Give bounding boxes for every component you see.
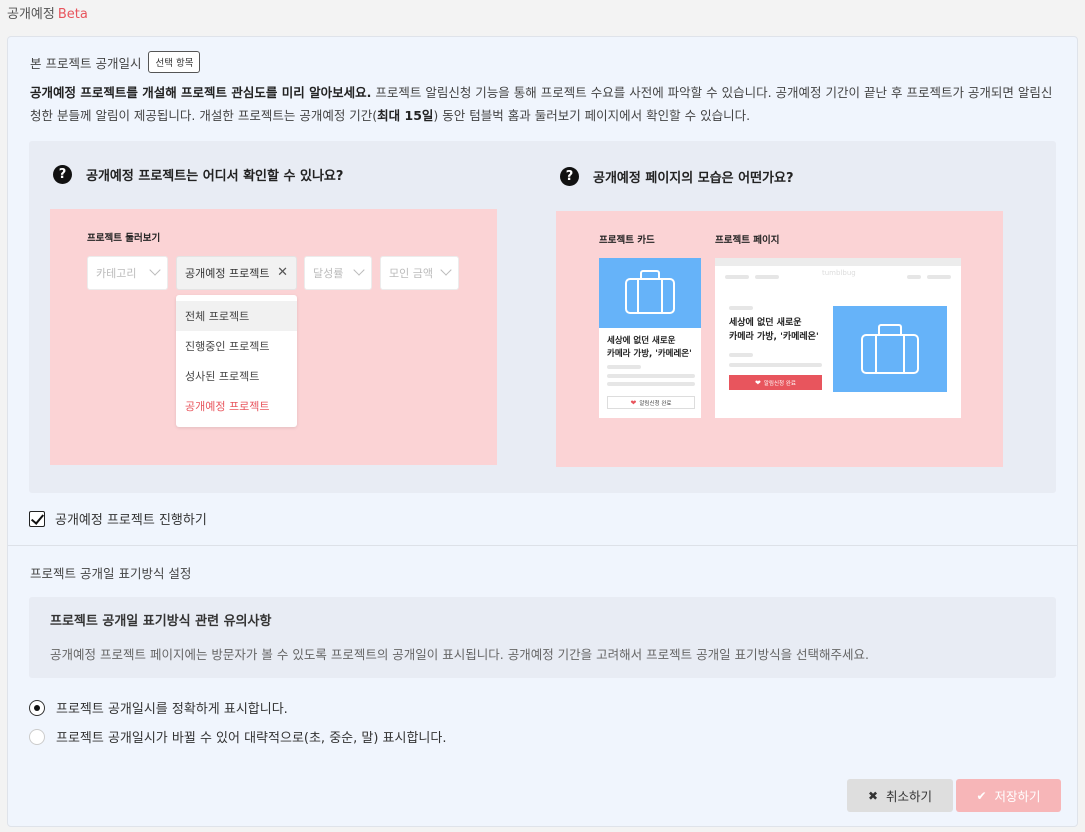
radio-exact-row[interactable]: 프로젝트 공개일시를 정확하게 표시합니다. [29, 698, 288, 717]
card-title: 세상에 없던 새로운 카메라 가방, '카메레온' [607, 335, 692, 361]
chevron-down-icon [440, 264, 452, 276]
project-page: tumblbug 세상에 없던 새로운 카메라 가방, '카메레온' ❤ 알림신청… [715, 258, 961, 418]
cancel-button[interactable]: ✖ 취소하기 [847, 779, 953, 812]
card-notify-button: ❤ 알림신청 완료 [607, 396, 695, 409]
browse-illustration: 프로젝트 둘러보기 카테고리 공개예정 프로젝트 ✕ 달성률 모인 금액 전체 프… [50, 209, 497, 465]
project-card: 세상에 없던 새로운 카메라 가방, '카메레온' ❤ 알림신청 완료 [599, 258, 701, 418]
question-icon: ? [53, 165, 72, 184]
filter-upcoming: 공개예정 프로젝트 ✕ [176, 256, 297, 290]
question-2-text: 공개예정 페이지의 모습은 어떤가요? [593, 171, 794, 186]
radio-approx-label: 프로젝트 공개일시가 바뀔 수 있어 대략적으로(초, 중순, 말) 표시합니다… [56, 731, 447, 746]
bag-icon [861, 324, 919, 374]
browse-label: 프로젝트 둘러보기 [87, 233, 161, 244]
filter-label: 공개예정 프로젝트 [185, 267, 270, 280]
divider [8, 545, 1077, 546]
card-title-line: 세상에 없던 새로운 [607, 336, 676, 346]
card-thumbnail [599, 258, 701, 328]
filter-dropdown: 전체 프로젝트 진행중인 프로젝트 성사된 프로젝트 공개예정 프로젝트 [176, 295, 297, 427]
upcoming-checkbox-row[interactable]: 공개예정 프로젝트 진행하기 [29, 509, 207, 528]
question-1-text: 공개예정 프로젝트는 어디서 확인할 수 있나요? [86, 169, 344, 184]
save-label: 저장하기 [994, 789, 1041, 804]
page-title-line: 세상에 없던 새로운 [729, 318, 802, 328]
section-2-title: 프로젝트 공개일 표기방식 설정 [30, 566, 192, 581]
filter-label: 카테고리 [96, 267, 137, 280]
site-logo: tumblbug [822, 269, 856, 277]
radio-exact-label: 프로젝트 공개일시를 정확하게 표시합니다. [56, 702, 288, 717]
question-2: ? 공개예정 페이지의 모습은 어떤가요? [560, 167, 794, 186]
dropdown-option: 진행중인 프로젝트 [185, 340, 270, 353]
filter-rate: 달성률 [304, 256, 372, 290]
close-icon: ✖ [867, 788, 879, 803]
page-thumbnail [833, 306, 947, 392]
info-box: ? 공개예정 프로젝트는 어디서 확인할 수 있나요? ? 공개예정 페이지의 … [29, 141, 1056, 493]
notice-title: 프로젝트 공개일 표기방식 관련 유의사항 [50, 614, 272, 629]
notice-body: 공개예정 프로젝트 페이지에는 방문자가 볼 수 있도록 프로젝트의 공개일이 … [50, 647, 870, 662]
beta-badge: Beta [57, 7, 88, 22]
desc-text-2: ) 동안 텀블벅 홈과 둘러보기 페이지에서 확인할 수 있습니다. [433, 108, 751, 123]
page-notify-button: ❤ 알림신청 완료 [729, 375, 822, 390]
card-label: 프로젝트 카드 [599, 235, 655, 246]
page-title-line: 카메라 가방, '카메레온' [729, 332, 819, 342]
desc-bold: 공개예정 프로젝트를 개설해 프로젝트 관심도를 미리 알아보세요. [30, 85, 372, 100]
check-icon: ✔ [976, 788, 987, 803]
chevron-down-icon [353, 264, 365, 276]
question-1: ? 공개예정 프로젝트는 어디서 확인할 수 있나요? [53, 165, 343, 184]
desc-bold-2: 최대 15일 [377, 108, 434, 123]
settings-card: 본 프로젝트 공개일시 선택 항목 공개예정 프로젝트를 개설해 프로젝트 관심… [7, 36, 1078, 827]
close-icon: ✕ [277, 265, 288, 280]
page-illustration: 프로젝트 카드 프로젝트 페이지 세상에 없던 새로운 카메라 가방, '카메레… [556, 211, 1003, 467]
section-title-row: 본 프로젝트 공개일시 선택 항목 [30, 51, 201, 73]
chevron-down-icon [149, 264, 161, 276]
page-title: 공개예정 Beta [7, 3, 88, 22]
dropdown-option: 성사된 프로젝트 [185, 370, 260, 383]
section-description: 공개예정 프로젝트를 개설해 프로젝트 관심도를 미리 알아보세요. 프로젝트 … [30, 81, 1060, 127]
optional-tag: 선택 항목 [148, 51, 201, 73]
page-title-text: 공개예정 [7, 7, 55, 22]
page-label: 프로젝트 페이지 [715, 235, 780, 246]
dropdown-option: 전체 프로젝트 [176, 301, 297, 331]
bag-icon [625, 270, 675, 314]
checkbox-label: 공개예정 프로젝트 진행하기 [55, 513, 207, 528]
page-title-illus: 세상에 없던 새로운 카메라 가방, '카메레온' [729, 316, 819, 344]
notice-box: 프로젝트 공개일 표기방식 관련 유의사항 공개예정 프로젝트 페이지에는 방문… [29, 597, 1056, 678]
card-title-line: 카메라 가방, '카메레온' [607, 349, 692, 359]
filter-amount: 모인 금액 [380, 256, 459, 290]
radio-approx-row[interactable]: 프로젝트 공개일시가 바뀔 수 있어 대략적으로(초, 중순, 말) 표시합니다… [29, 727, 446, 746]
filter-label: 모인 금액 [389, 267, 433, 280]
cancel-label: 취소하기 [886, 789, 933, 804]
heart-icon: ❤ [755, 378, 761, 387]
filter-label: 달성률 [313, 267, 344, 280]
save-button[interactable]: ✔ 저장하기 [956, 779, 1061, 812]
radio-approx[interactable] [29, 728, 45, 745]
heart-icon: ❤ [630, 398, 637, 407]
radio-exact[interactable] [29, 699, 45, 716]
filter-category: 카테고리 [87, 256, 168, 290]
question-icon: ? [560, 167, 579, 186]
notify-label: 알림신청 완료 [763, 380, 796, 387]
dropdown-option: 공개예정 프로젝트 [185, 400, 270, 413]
upcoming-checkbox[interactable] [29, 510, 45, 527]
notify-label: 알림신청 완료 [639, 400, 672, 407]
section-title: 본 프로젝트 공개일시 [30, 55, 142, 71]
